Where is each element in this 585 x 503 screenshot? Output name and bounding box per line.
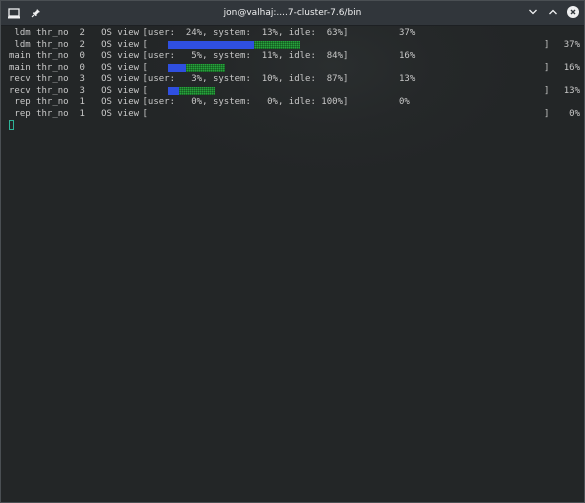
thread-number: 3 (79, 85, 85, 96)
thread-stats-row: recv thr_no 3 OS view [user: 3%, system: 10%… (9, 73, 579, 85)
chevron-down-icon (529, 9, 537, 15)
cpu-total: 0% (569, 108, 580, 119)
cpu-total: 13% (399, 74, 416, 84)
user-cpu-bar (168, 86, 179, 95)
thread-label: thr_no (36, 97, 69, 107)
thread-label: thr_no (36, 108, 69, 119)
terminal-window: jon@valhaj:....7-cluster-7.6/bin ldm thr… (0, 0, 585, 503)
cpu-stats: [user: 24%, system: 13%, idle: 63%] (142, 28, 349, 38)
cpu-total: 16% (563, 62, 580, 73)
thread-number: 0 (79, 51, 85, 61)
thread-number: 0 (79, 62, 85, 73)
view-label: OS view (101, 85, 140, 96)
text-cursor (9, 120, 14, 130)
bar-close-bracket: ] (544, 85, 550, 96)
bar-close-bracket: ] (544, 108, 550, 119)
cpu-total: 37% (399, 28, 416, 38)
view-label: OS view (101, 51, 140, 61)
cpu-stats: [user: 5%, system: 11%, idle: 84%] (142, 51, 349, 61)
thread-stats-row: rep thr_no 1 OS view [user: 0%, system: 0%, … (9, 96, 579, 108)
chevron-up-icon (549, 9, 557, 15)
maximize-button[interactable] (546, 5, 560, 19)
thread-number: 1 (79, 108, 85, 119)
thread-bar-row: recv thr_no 3 OS view[] 13% (9, 85, 580, 97)
close-icon (567, 6, 579, 18)
thread-bar-row: ldm thr_no 2 OS view[] 37% (9, 39, 580, 51)
thread-number: 2 (79, 28, 85, 38)
thread-label: thr_no (36, 74, 69, 84)
cpu-stats: [user: 3%, system: 10%, idle: 87%] (142, 74, 349, 84)
view-label: OS view (101, 97, 140, 107)
cpu-total: 37% (563, 39, 580, 50)
thread-bar-row: main thr_no 0 OS view[] 16% (9, 62, 580, 74)
bar-close-bracket: ] (544, 62, 550, 73)
system-cpu-bar (178, 86, 215, 95)
cpu-total: 13% (563, 85, 580, 96)
view-label: OS view (101, 74, 140, 84)
thread-number: 2 (79, 39, 85, 50)
thread-number: 3 (79, 74, 85, 84)
bar-open-bracket: [ (142, 62, 148, 73)
user-cpu-bar (168, 63, 186, 72)
view-label: OS view (101, 108, 140, 119)
bar-open-bracket: [ (142, 108, 148, 119)
thread-number: 1 (79, 97, 85, 107)
thread-name: rep (9, 108, 31, 119)
cpu-total: 16% (399, 51, 416, 61)
thread-label: thr_no (36, 85, 69, 96)
cpu-total: 0% (399, 97, 410, 107)
view-label: OS view (101, 39, 140, 50)
thread-stats-row: main thr_no 0 OS view [user: 5%, system: 11%… (9, 50, 579, 62)
thread-label: thr_no (36, 28, 69, 38)
thread-name: ldm (9, 28, 31, 38)
thread-name: recv (9, 74, 31, 84)
system-cpu-bar (253, 40, 301, 49)
view-label: OS view (101, 28, 140, 38)
cpu-stats: [user: 0%, system: 0%, idle: 100%] (142, 97, 349, 107)
thread-name: ldm (9, 39, 31, 50)
window-title: jon@valhaj:....7-cluster-7.6/bin (223, 8, 362, 18)
thread-name: main (9, 51, 31, 61)
thread-name: main (9, 62, 31, 73)
window-controls (526, 5, 580, 19)
thread-bar-row: rep thr_no 1 OS view[] 0% (9, 108, 580, 120)
bar-open-bracket: [ (142, 85, 148, 96)
system-cpu-bar (185, 63, 226, 72)
bar-close-bracket: ] (544, 39, 550, 50)
thread-stats-row: ldm thr_no 2 OS view [user: 24%, system: 13%… (9, 27, 579, 39)
view-label: OS view (101, 62, 140, 73)
thread-label: thr_no (36, 62, 69, 73)
minimize-button[interactable] (526, 5, 540, 19)
close-button[interactable] (566, 5, 580, 19)
thread-label: thr_no (36, 51, 69, 61)
user-cpu-bar (168, 40, 254, 49)
thread-label: thr_no (36, 39, 69, 50)
thread-name: recv (9, 85, 31, 96)
title-bar[interactable]: jon@valhaj:....7-cluster-7.6/bin (1, 1, 584, 26)
terminal-output[interactable]: ldm thr_no 2 OS view [user: 24%, system: 13%… (1, 26, 584, 502)
bar-open-bracket: [ (142, 39, 148, 50)
thread-name: rep (9, 97, 31, 107)
